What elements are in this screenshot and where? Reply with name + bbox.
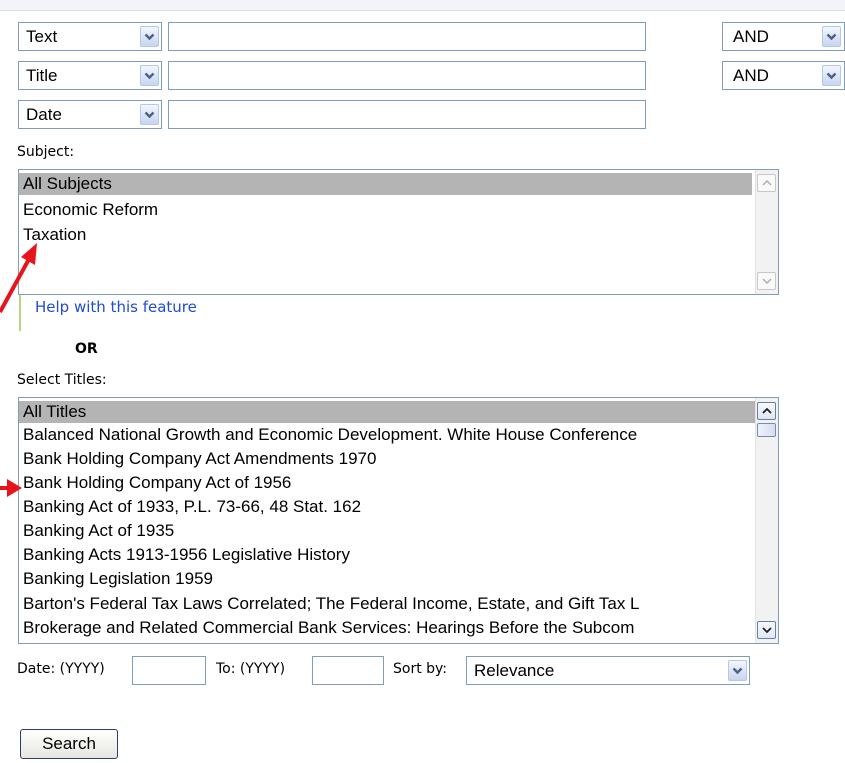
sort-select-value: Relevance	[474, 661, 555, 680]
or-label: OR	[75, 341, 98, 357]
help-accent-bar	[19, 295, 21, 331]
sort-label: Sort by:	[393, 661, 448, 677]
date-from-input[interactable]	[132, 656, 206, 685]
subject-option[interactable]: All Subjects	[19, 173, 752, 195]
scroll-down-icon[interactable]	[757, 621, 776, 639]
title-option[interactable]: Banking Acts 1913-1956 Legislative Histo…	[19, 544, 350, 566]
field-select-2-value: Title	[26, 66, 58, 85]
titles-scrollbar[interactable]	[755, 398, 778, 643]
scroll-up-icon[interactable]	[757, 174, 776, 192]
operator-select-2-value: AND	[733, 66, 769, 85]
search-button[interactable]: Search	[20, 729, 118, 759]
chevron-down-icon[interactable]	[822, 65, 841, 86]
help-link[interactable]: Help with this feature	[35, 298, 197, 316]
title-option[interactable]: Bank Holding Company Act of 1956	[19, 472, 291, 494]
field-select-1-value: Text	[26, 27, 58, 46]
date-search-input[interactable]	[168, 100, 646, 129]
title-option[interactable]: Banking Act of 1933, P.L. 73-66, 48 Stat…	[19, 496, 361, 518]
date-to-input[interactable]	[312, 656, 384, 685]
operator-select-1[interactable]: AND	[722, 22, 845, 51]
chevron-down-icon[interactable]	[822, 26, 841, 47]
titles-label: Select Titles:	[17, 372, 107, 388]
field-select-2[interactable]: Title	[18, 61, 162, 90]
scroll-down-icon[interactable]	[757, 272, 776, 290]
field-select-3[interactable]: Date	[18, 100, 162, 129]
subject-label: Subject:	[17, 144, 75, 160]
field-select-1[interactable]: Text	[18, 22, 162, 51]
top-frame-edge	[0, 0, 845, 11]
title-option[interactable]: All Titles	[19, 401, 756, 423]
title-option[interactable]: Balanced National Growth and Economic De…	[19, 424, 637, 446]
title-option[interactable]: Bank Holding Company Act Amendments 1970	[19, 448, 376, 470]
date-to-label: To: (YYYY)	[216, 661, 286, 677]
title-search-input[interactable]	[168, 61, 646, 90]
date-from-label: Date: (YYYY)	[17, 661, 105, 677]
sort-select[interactable]: Relevance	[466, 656, 750, 685]
scrollbar-thumb[interactable]	[757, 423, 776, 437]
text-search-input[interactable]	[168, 22, 646, 51]
chevron-down-icon[interactable]	[140, 26, 159, 47]
title-option[interactable]: Barton's Federal Tax Laws Correlated; Th…	[19, 593, 640, 615]
title-option[interactable]: Brokerage and Related Commercial Bank Se…	[19, 617, 634, 639]
field-select-3-value: Date	[26, 105, 62, 124]
operator-select-1-value: AND	[733, 27, 769, 46]
subject-scrollbar[interactable]	[755, 170, 778, 294]
chevron-down-icon[interactable]	[140, 104, 159, 125]
title-option[interactable]: Banking Act of 1935	[19, 520, 174, 542]
subject-option[interactable]: Economic Reform	[19, 199, 158, 221]
chevron-down-icon[interactable]	[728, 660, 747, 681]
titles-listbox[interactable]: All Titles Balanced National Growth and …	[18, 397, 779, 644]
subject-listbox[interactable]: All Subjects Economic Reform Taxation	[18, 169, 779, 295]
operator-select-2[interactable]: AND	[722, 61, 845, 90]
title-option[interactable]: Banking Legislation 1959	[19, 568, 213, 590]
chevron-down-icon[interactable]	[140, 65, 159, 86]
subject-option[interactable]: Taxation	[19, 224, 86, 246]
scroll-up-icon[interactable]	[757, 402, 776, 420]
